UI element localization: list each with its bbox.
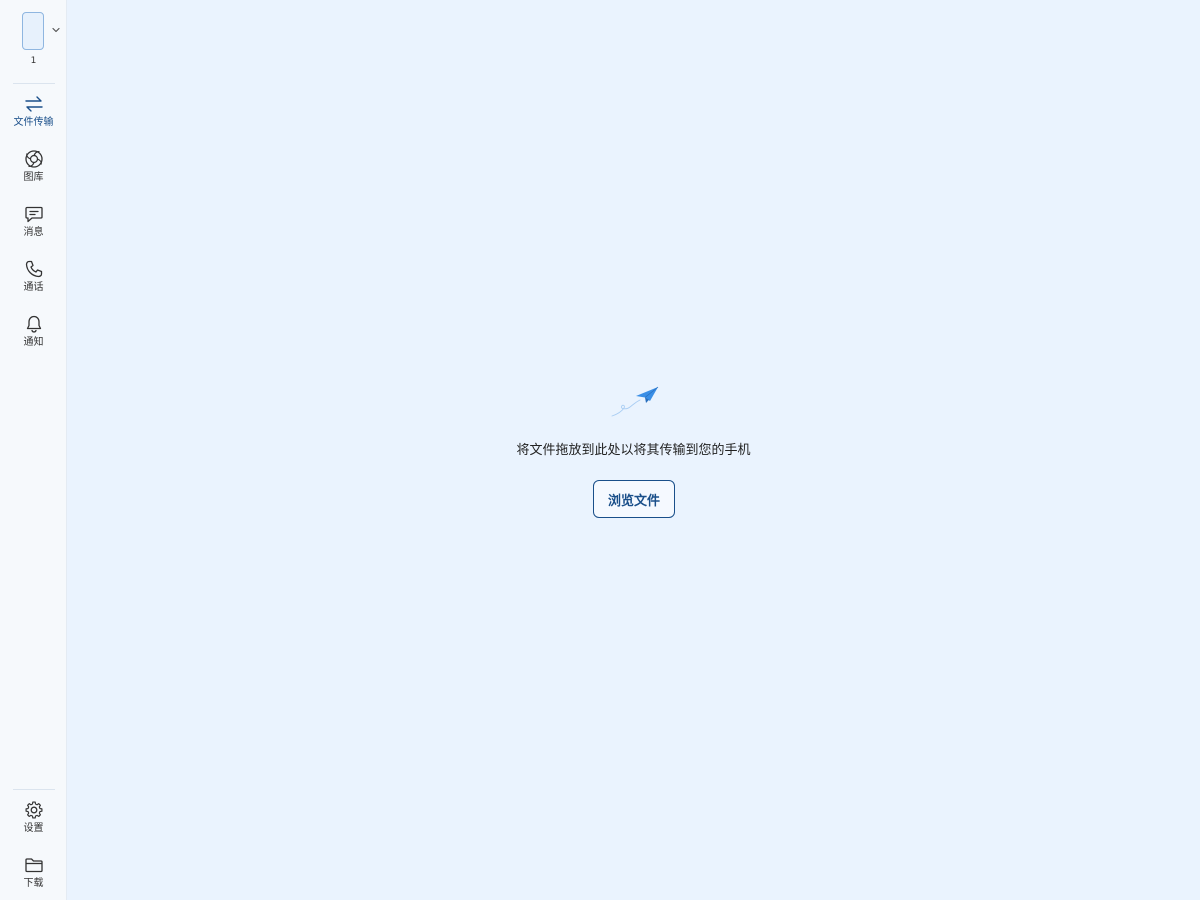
sidebar-item-label: 设置	[23, 823, 44, 834]
bell-icon	[26, 315, 41, 333]
aperture-icon	[24, 150, 43, 168]
sidebar: 1 文件传输 图库 消息 通话 通知 设置 下载	[0, 0, 67, 900]
folder-icon	[24, 858, 43, 873]
file-drop-zone[interactable]: 将文件拖放到此处以将其传输到您的手机 浏览文件	[67, 0, 1200, 900]
sidebar-item-label: 文件传输	[13, 117, 54, 128]
paper-plane-icon	[611, 386, 659, 417]
divider	[13, 789, 55, 790]
device-index: 1	[30, 56, 37, 66]
sidebar-item-label: 通话	[23, 282, 44, 293]
sidebar-item-messages[interactable]: 消息	[0, 204, 67, 252]
sidebar-item-calls[interactable]: 通话	[0, 259, 67, 307]
sidebar-item-label: 下载	[23, 878, 44, 889]
sidebar-item-notifications[interactable]: 通知	[0, 314, 67, 362]
phone-icon	[25, 260, 42, 278]
sidebar-item-downloads[interactable]: 下载	[0, 855, 67, 900]
chevron-down-icon[interactable]	[51, 25, 61, 35]
file-transfer-panel: 将文件拖放到此处以将其传输到您的手机 浏览文件	[67, 0, 1200, 900]
sidebar-item-label: 通知	[23, 337, 44, 348]
transfer-arrows-icon	[24, 96, 43, 112]
sidebar-item-label: 消息	[23, 227, 44, 238]
phone-thumbnail-icon[interactable]	[22, 12, 44, 50]
sidebar-item-gallery[interactable]: 图库	[0, 149, 67, 197]
device-picker[interactable]: 1	[0, 11, 67, 69]
sidebar-item-settings[interactable]: 设置	[0, 800, 67, 848]
divider	[13, 83, 55, 84]
sidebar-item-label: 图库	[23, 172, 44, 183]
drop-instructions: 将文件拖放到此处以将其传输到您的手机	[516, 443, 751, 458]
sidebar-item-file-transfer[interactable]: 文件传输	[0, 94, 67, 142]
message-icon	[24, 206, 43, 223]
browse-files-button[interactable]: 浏览文件	[593, 480, 675, 518]
gear-icon	[24, 801, 43, 819]
app-window: 1 文件传输 图库 消息 通话 通知 设置 下载 将文件拖放到此处以将其传输到您…	[0, 0, 1200, 900]
